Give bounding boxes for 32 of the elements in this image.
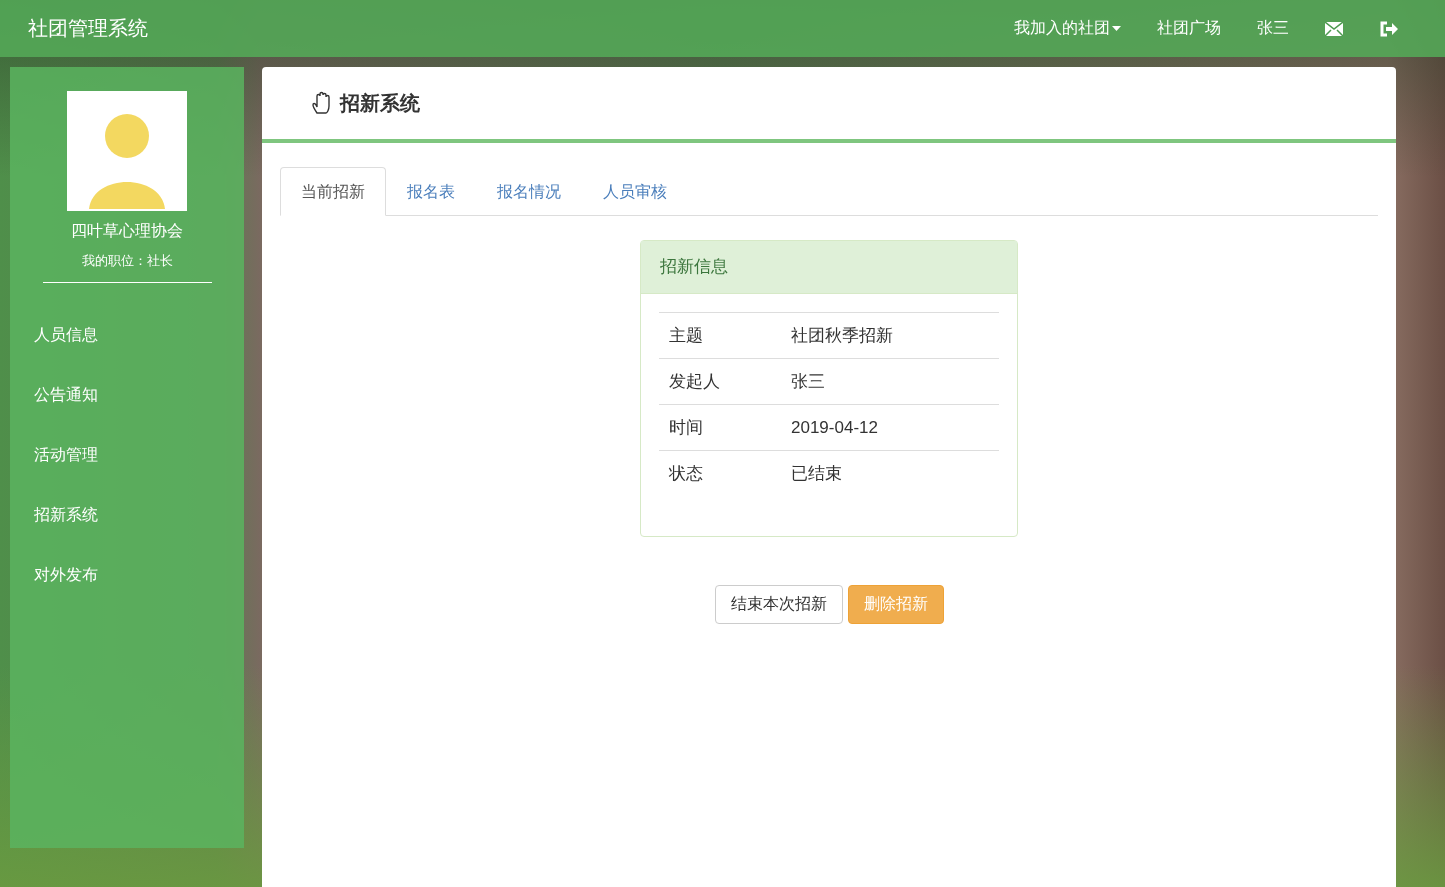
tab[interactable]: 报名表 — [386, 167, 476, 216]
table-cell: 状态 — [659, 450, 781, 496]
sidebar-item[interactable]: 公告通知 — [10, 373, 244, 433]
table-cell: 张三 — [781, 358, 999, 405]
tab[interactable]: 人员审核 — [582, 167, 688, 216]
table-cell: 发起人 — [659, 358, 781, 405]
sidebar-item[interactable]: 活动管理 — [10, 433, 244, 493]
club-name: 四叶草心理协会 — [71, 221, 183, 241]
sidebar-item[interactable]: 对外发布 — [10, 553, 244, 613]
mail-icon[interactable] — [1325, 21, 1343, 36]
nav-link[interactable]: 张三 — [1257, 18, 1289, 39]
tab[interactable]: 当前招新 — [280, 167, 386, 216]
sidebar-item[interactable]: 招新系统 — [10, 493, 244, 553]
table-cell: 2019-04-12 — [781, 404, 999, 451]
end-button[interactable]: 结束本次招新 — [714, 585, 843, 624]
table-cell: 社团秋季招新 — [781, 312, 999, 359]
panel-title: 招新系统 — [340, 90, 420, 116]
hand-icon — [312, 91, 332, 115]
logout-icon[interactable] — [1379, 20, 1398, 37]
sidebar-item[interactable]: 人员信息 — [10, 313, 244, 373]
nav-link[interactable]: 社团广场 — [1157, 18, 1221, 39]
caret-icon — [1112, 26, 1121, 31]
table-cell: 已结束 — [781, 450, 999, 496]
dropdown-link[interactable]: 我加入的社团 — [1014, 18, 1121, 39]
delete-button[interactable]: 删除招新 — [847, 585, 944, 624]
table-cell: 主题 — [659, 312, 781, 359]
card-header: 招新信息 — [641, 241, 1017, 294]
avatar-icon — [67, 91, 187, 211]
table-cell: 时间 — [659, 404, 781, 451]
position-text: 我的职位：社长 — [81, 252, 173, 270]
tab[interactable]: 报名情况 — [476, 167, 582, 216]
brand-title[interactable]: 社团管理系统 — [28, 15, 148, 42]
